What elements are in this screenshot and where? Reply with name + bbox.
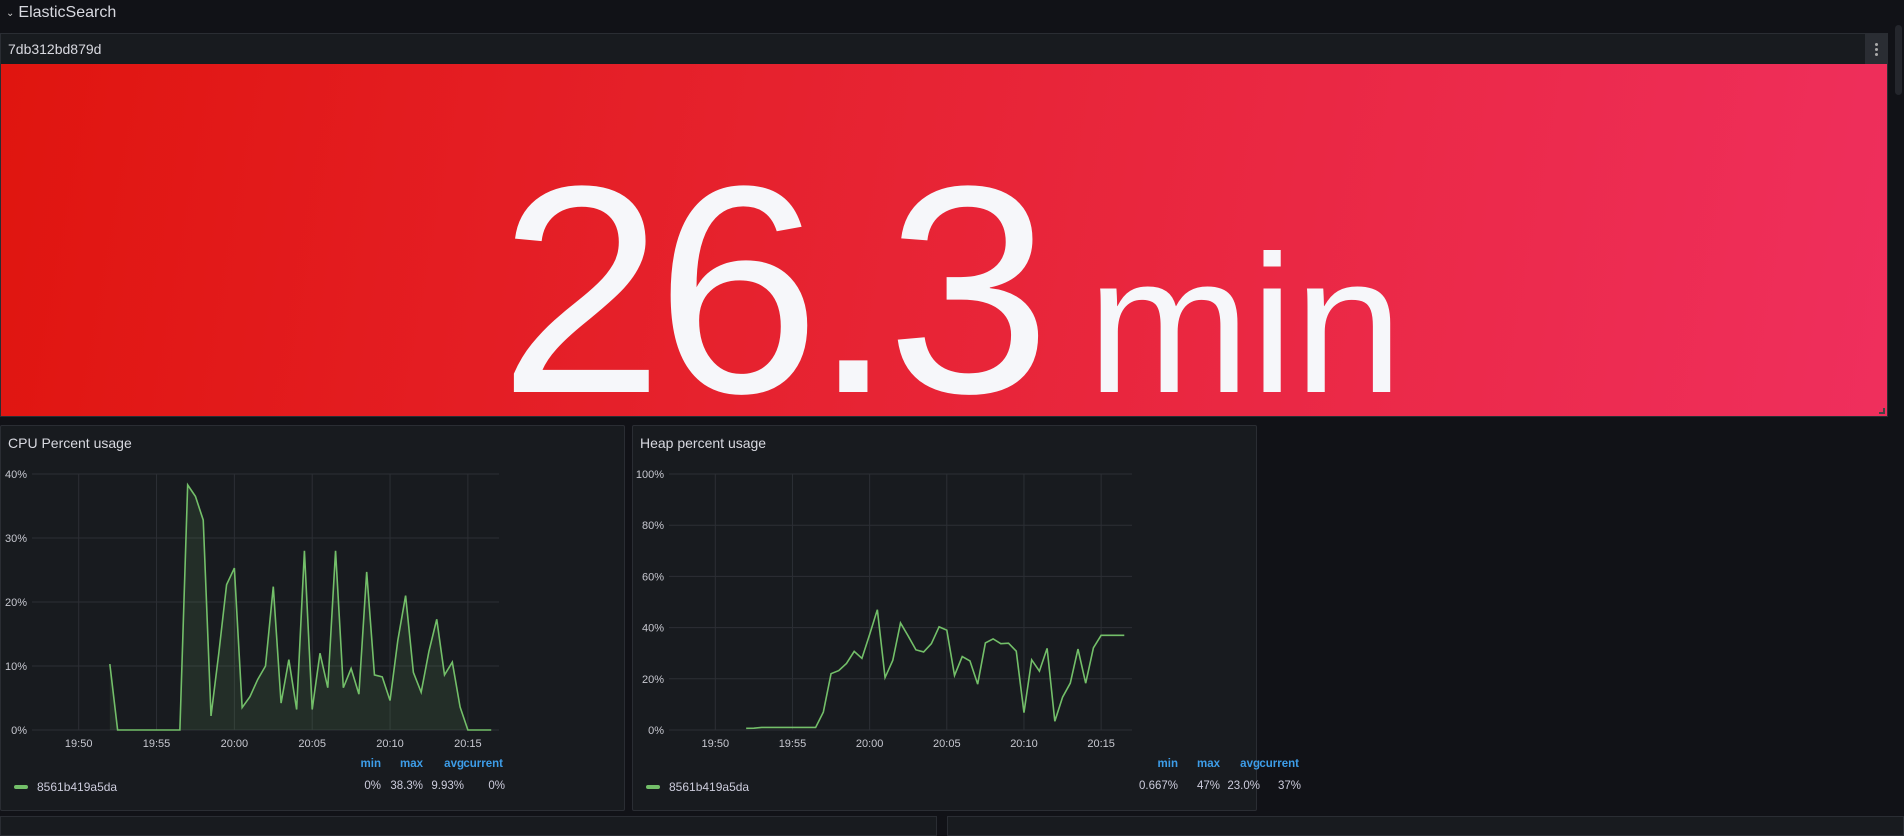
stat-unit: min [1087,227,1403,423]
x-tick-label: 20:15 [454,738,482,750]
y-tick-label: 100% [636,469,664,481]
heap-chart: 0% 20% 40% 60% 80% 100% 19:50 19:55 20:00 20:05 20… [633,426,1258,812]
series-name: 8561b419a5da [37,780,117,794]
y-tick-label: 60% [642,571,664,583]
x-tick-label: 20:10 [376,738,404,750]
resize-handle[interactable] [1879,408,1885,414]
legend-value-current: 37% [1241,780,1301,792]
stat-value-area: 26.3 min [1,64,1887,416]
y-tick-label: 0% [11,725,27,737]
legend-header-current[interactable]: current [1239,758,1299,770]
dot-icon [1875,48,1878,51]
stat-value: 26.3 [499,142,1043,438]
x-tick-label: 20:15 [1087,738,1115,750]
scrollbar[interactable] [1895,25,1902,95]
y-tick-label: 20% [642,674,664,686]
legend-series[interactable]: 8561b419a5da [646,780,749,794]
next-panel-left [0,816,937,836]
x-tick-label: 19:55 [143,738,171,750]
series-color-swatch [14,785,28,789]
series-area [110,485,491,730]
y-tick-label: 40% [642,623,664,635]
stat-panel: 7db312bd879d 26.3 min [0,33,1888,417]
cpu-panel: CPU Percent usage 0%10%20%30%40%19:5019:… [0,425,625,811]
dot-icon [1875,43,1878,46]
row-title: ElasticSearch [18,4,116,22]
x-tick-label: 20:00 [221,738,249,750]
chevron-down-icon: ⌄ [6,8,14,19]
series-color-swatch [646,785,660,789]
panel-title: 7db312bd879d [8,41,101,57]
y-tick-label: 80% [642,520,664,532]
y-tick-label: 20% [5,597,27,609]
next-panel-right [947,816,1904,836]
cpu-chart: 0% 10% 20% 30% 40% 19:50 19:55 20:00 20:05 20:10 2… [1,426,626,812]
y-tick-label: 10% [5,661,27,673]
y-tick-label: 0% [648,725,664,737]
legend-series[interactable]: 8561b419a5da [14,780,117,794]
y-tick-label: 40% [5,469,27,481]
x-tick-label: 20:05 [298,738,326,750]
x-tick-label: 20:05 [933,738,961,750]
row-header-elasticsearch[interactable]: ⌄ ElasticSearch [6,2,116,24]
x-tick-label: 19:55 [779,738,807,750]
x-tick-label: 20:10 [1010,738,1038,750]
x-tick-label: 19:50 [65,738,93,750]
panel-menu-button[interactable] [1865,34,1887,64]
x-tick-label: 20:00 [856,738,884,750]
dot-icon [1875,53,1878,56]
legend-value-current: 0% [445,780,505,792]
legend-header-current[interactable]: current [443,758,503,770]
heap-panel: Heap percent usage 0%20%40%60%80%100%19:… [632,425,1257,811]
x-tick-label: 19:50 [702,738,730,750]
series-name: 8561b419a5da [669,780,749,794]
y-tick-label: 30% [5,533,27,545]
